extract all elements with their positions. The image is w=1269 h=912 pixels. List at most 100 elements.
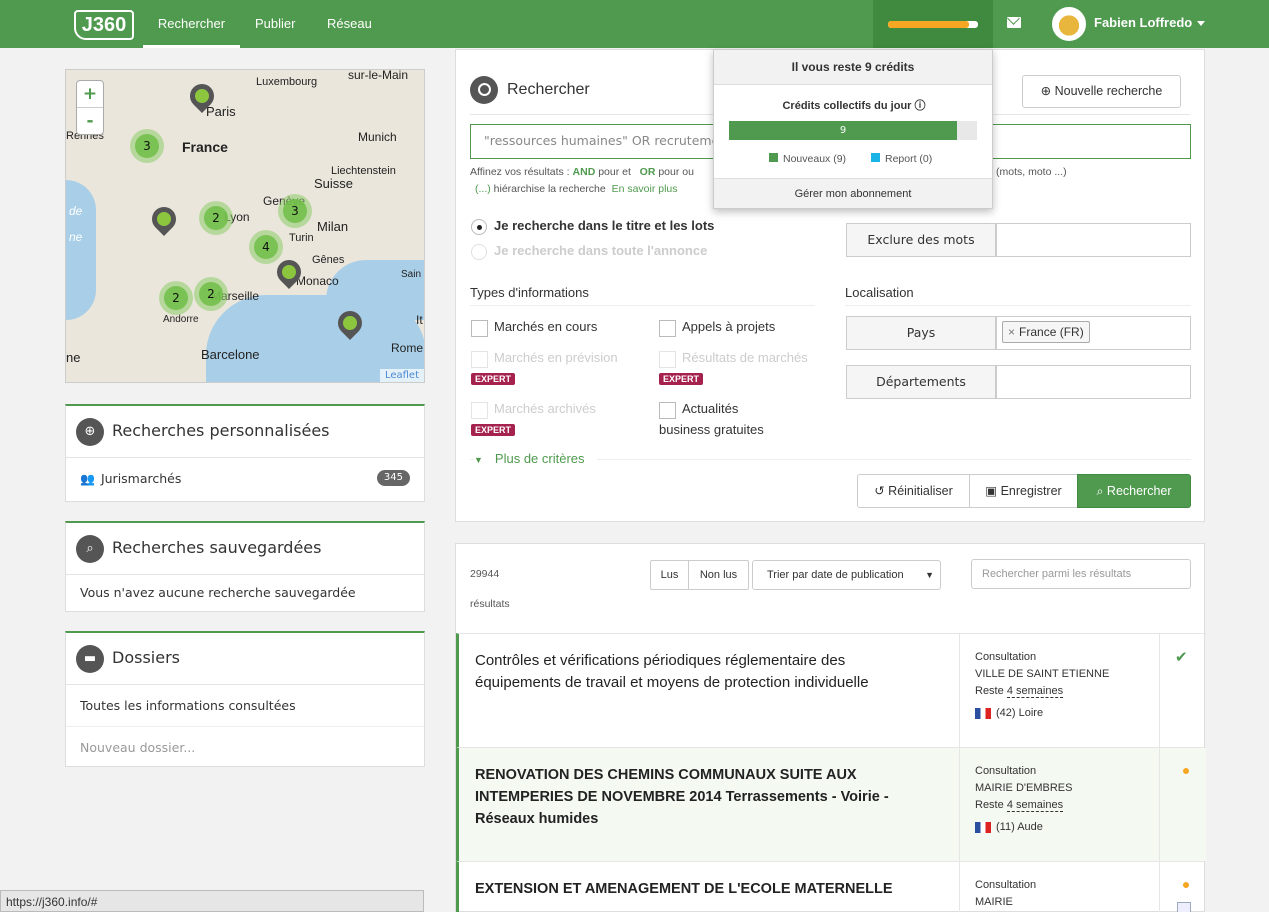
unread-dot-icon [1183, 768, 1189, 774]
zoom-in-button[interactable]: + [77, 81, 103, 108]
checkbox-label: Actualités [682, 401, 739, 416]
expert-badge: EXPERT [659, 373, 704, 385]
filter-unread-button[interactable]: Non lus [688, 560, 749, 590]
results-count-label: résultats [470, 598, 510, 610]
result-title[interactable]: EXTENSION ET AMENAGEMENT DE L'ECOLE MATE… [475, 878, 935, 900]
radio-full-text-label: Je recherche dans toute l'annonce [494, 243, 708, 258]
departements-input[interactable] [996, 365, 1191, 399]
expert-badge: EXPERT [471, 373, 516, 385]
info-icon[interactable]: ⓘ [915, 100, 926, 112]
map-label: Munich [358, 130, 397, 144]
learn-more-link[interactable]: En savoir plus [612, 183, 678, 195]
map-cluster[interactable]: 4 [249, 230, 283, 264]
map-cluster[interactable]: 3 [130, 129, 164, 163]
remaining-credits: Il vous reste 9 crédits [714, 50, 992, 85]
users-icon: 👥 [80, 472, 95, 486]
triangle-down-icon: ▼ [474, 455, 483, 465]
results-map[interactable]: Luxembourg sur-le-Main Paris Rennes Muni… [65, 69, 425, 383]
remove-tag-icon[interactable]: × [1008, 325, 1015, 339]
search-hint-wildcard: (mots, moto ...) [996, 166, 1067, 178]
document-icon[interactable] [1177, 902, 1191, 912]
nav-reseau[interactable]: Réseau [327, 0, 372, 48]
result-title[interactable]: RENOVATION DES CHEMINS COMMUNAUX SUITE A… [475, 764, 935, 830]
new-folder-input[interactable]: Nouveau dossier... [66, 727, 424, 769]
map-cluster[interactable]: 3 [278, 194, 312, 228]
search-plus-icon: ⊕ [1040, 84, 1055, 98]
search-icon: ⌕ [1096, 484, 1107, 498]
checkbox-label: Résultats de marchés [682, 350, 808, 365]
map-label: ne [66, 350, 81, 365]
user-menu[interactable]: Fabien Loffredo [1094, 0, 1206, 46]
reset-button[interactable]: ↺ Réinitialiser [857, 474, 970, 508]
map-cluster[interactable]: 2 [159, 281, 193, 315]
map-label: sur-le-Main [348, 69, 409, 82]
manage-subscription-link[interactable]: Gérer mon abonnement [714, 178, 992, 208]
top-navbar: J360 Rechercher Publier Réseau Fabien Lo… [0, 0, 1269, 48]
map-label: Rome [391, 341, 424, 355]
map-attribution[interactable]: Leaflet [379, 369, 424, 382]
zoom-out-button[interactable]: - [77, 108, 103, 135]
checkbox-marches-archives[interactable] [471, 402, 488, 419]
search-hint: Affinez vos résultats : AND pour et OR p… [470, 166, 694, 178]
more-criteria-toggle[interactable]: ▼ Plus de critères [474, 451, 597, 466]
map-label: Paris [206, 104, 236, 119]
list-item[interactable]: RENOVATION DES CHEMINS COMMUNAUX SUITE A… [456, 747, 1206, 861]
sidebar-item-jurismarches[interactable]: 👥 Jurismarchés 345 [66, 458, 424, 500]
pays-tag[interactable]: × France (FR) [1002, 321, 1090, 343]
map-label: Gênes [312, 254, 345, 266]
floppy-icon: ▣ [985, 484, 1001, 498]
exclude-words-input[interactable] [996, 223, 1191, 257]
checkbox-marches-en-cours[interactable] [471, 320, 488, 337]
saved-empty-text: Vous n'avez aucune recherche sauvegardée [80, 585, 356, 600]
search-plus-icon [470, 76, 498, 104]
daily-credits-bar-fill: 9 [729, 121, 958, 140]
panel-title: Dossiers [112, 648, 180, 667]
envelope-icon[interactable] [1007, 17, 1021, 28]
browser-status-bar: https://j360.info/# [0, 890, 424, 912]
filter-read-button[interactable]: Lus [650, 560, 689, 590]
list-item[interactable]: EXTENSION ET AMENAGEMENT DE L'ECOLE MATE… [456, 861, 1206, 912]
radio-title-lots-label: Je recherche dans le titre et les lots [494, 218, 715, 233]
map-pin-icon[interactable] [147, 202, 181, 236]
result-meta: Consultation MAIRIE D'EMBRES Reste 4 sema… [959, 748, 1159, 861]
checkmark-icon[interactable]: ✔ [1175, 648, 1188, 666]
map-label: Barcelone [201, 347, 260, 362]
nav-publier[interactable]: Publier [255, 0, 295, 48]
sort-select[interactable]: Trier par date de publication ▼ [752, 560, 941, 590]
list-item[interactable]: Contrôles et vérifications périodiques r… [456, 633, 1206, 747]
map-cluster[interactable]: 2 [199, 201, 233, 235]
checkbox-marches-prevision[interactable] [471, 351, 488, 368]
map-label: France [182, 139, 228, 155]
pays-input[interactable]: × France (FR) [996, 316, 1191, 350]
count-badge: 345 [376, 470, 410, 486]
checkbox-resultats-marches[interactable] [659, 351, 676, 368]
daily-credits-bar: 9 [729, 121, 977, 140]
map-label: de [69, 204, 83, 218]
submit-search-button[interactable]: ⌕ Rechercher [1077, 474, 1191, 508]
j360-logo[interactable]: J360 [74, 10, 134, 40]
map-label: Monaco [296, 274, 339, 288]
new-search-button[interactable]: ⊕ Nouvelle recherche [1022, 75, 1181, 108]
results-filter-input[interactable]: Rechercher parmi les résultats [971, 559, 1191, 589]
save-button[interactable]: ▣ Enregistrer [969, 474, 1078, 508]
checkbox-label: business gratuites [659, 422, 764, 437]
checkbox-appels-projets[interactable] [659, 320, 676, 337]
map-cluster[interactable]: 2 [194, 277, 228, 311]
search-plus-icon: ⊕ [76, 418, 104, 446]
radio-full-text[interactable] [471, 244, 487, 260]
folder-all[interactable]: Toutes les informations consultées [66, 685, 424, 727]
map-label: Sain [401, 269, 422, 280]
search-hint-parens: (...) hiérarchise la recherche En savoir… [475, 183, 678, 195]
location-title: Localisation [845, 285, 914, 300]
checkbox-actualites[interactable] [659, 402, 676, 419]
nav-rechercher[interactable]: Rechercher [143, 0, 240, 48]
result-actions [1159, 748, 1209, 861]
avatar[interactable] [1052, 7, 1086, 41]
map-sea-atlantic [66, 180, 96, 320]
credit-indicator[interactable] [873, 0, 993, 48]
result-title[interactable]: Contrôles et vérifications périodiques r… [475, 650, 935, 694]
map-label: Andorre [163, 314, 199, 325]
radio-title-lots[interactable] [471, 219, 487, 235]
map-label: It [416, 313, 423, 327]
legend-swatch-new [769, 153, 778, 162]
